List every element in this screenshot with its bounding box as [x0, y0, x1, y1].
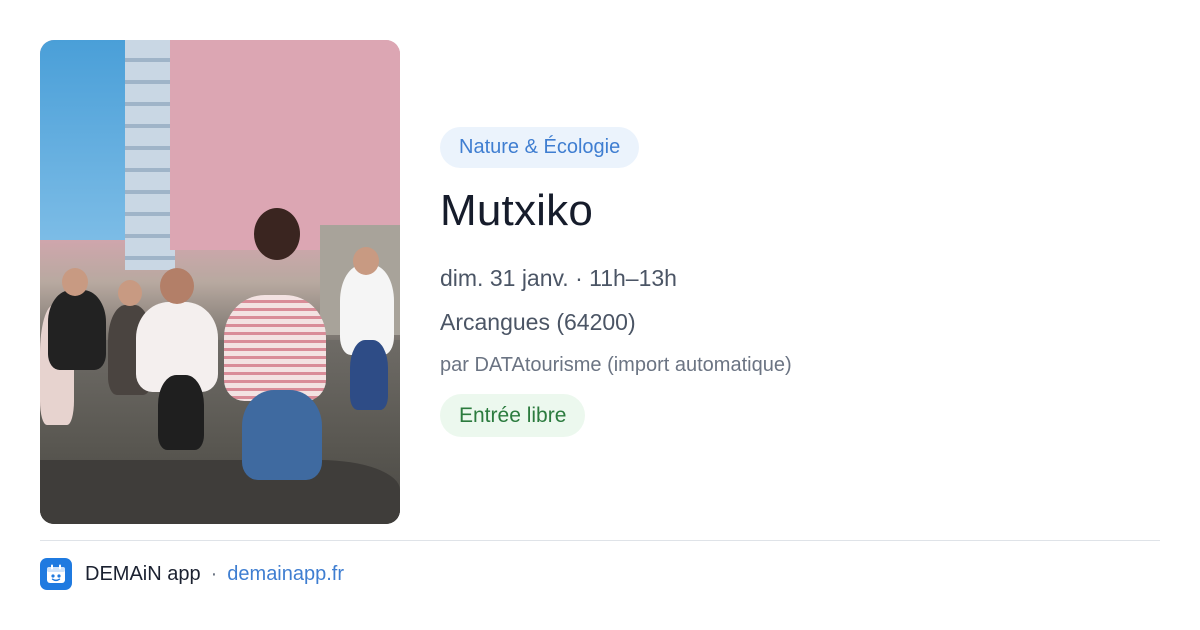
calendar-app-icon	[40, 558, 72, 590]
event-share-card: Nature & Écologie Mutxiko dim. 31 janv. …	[0, 0, 1200, 630]
event-title: Mutxiko	[440, 186, 593, 235]
event-photo	[40, 40, 400, 524]
site-link[interactable]: demainapp.fr	[227, 563, 344, 586]
footer-separator: ·	[210, 562, 218, 585]
footer-divider	[40, 540, 1160, 541]
price-chip: Entrée libre	[440, 394, 586, 437]
footer: DEMAiN app · demainapp.fr	[40, 558, 344, 590]
app-name: DEMAiN app	[85, 562, 201, 585]
event-date-time: dim. 31 janv. · 11h–13h	[440, 265, 677, 291]
category-chip[interactable]: Nature & Écologie	[440, 127, 640, 168]
event-location: Arcangues (64200)	[440, 309, 636, 335]
event-organizer: par DATAtourisme (import automatique)	[440, 354, 792, 376]
